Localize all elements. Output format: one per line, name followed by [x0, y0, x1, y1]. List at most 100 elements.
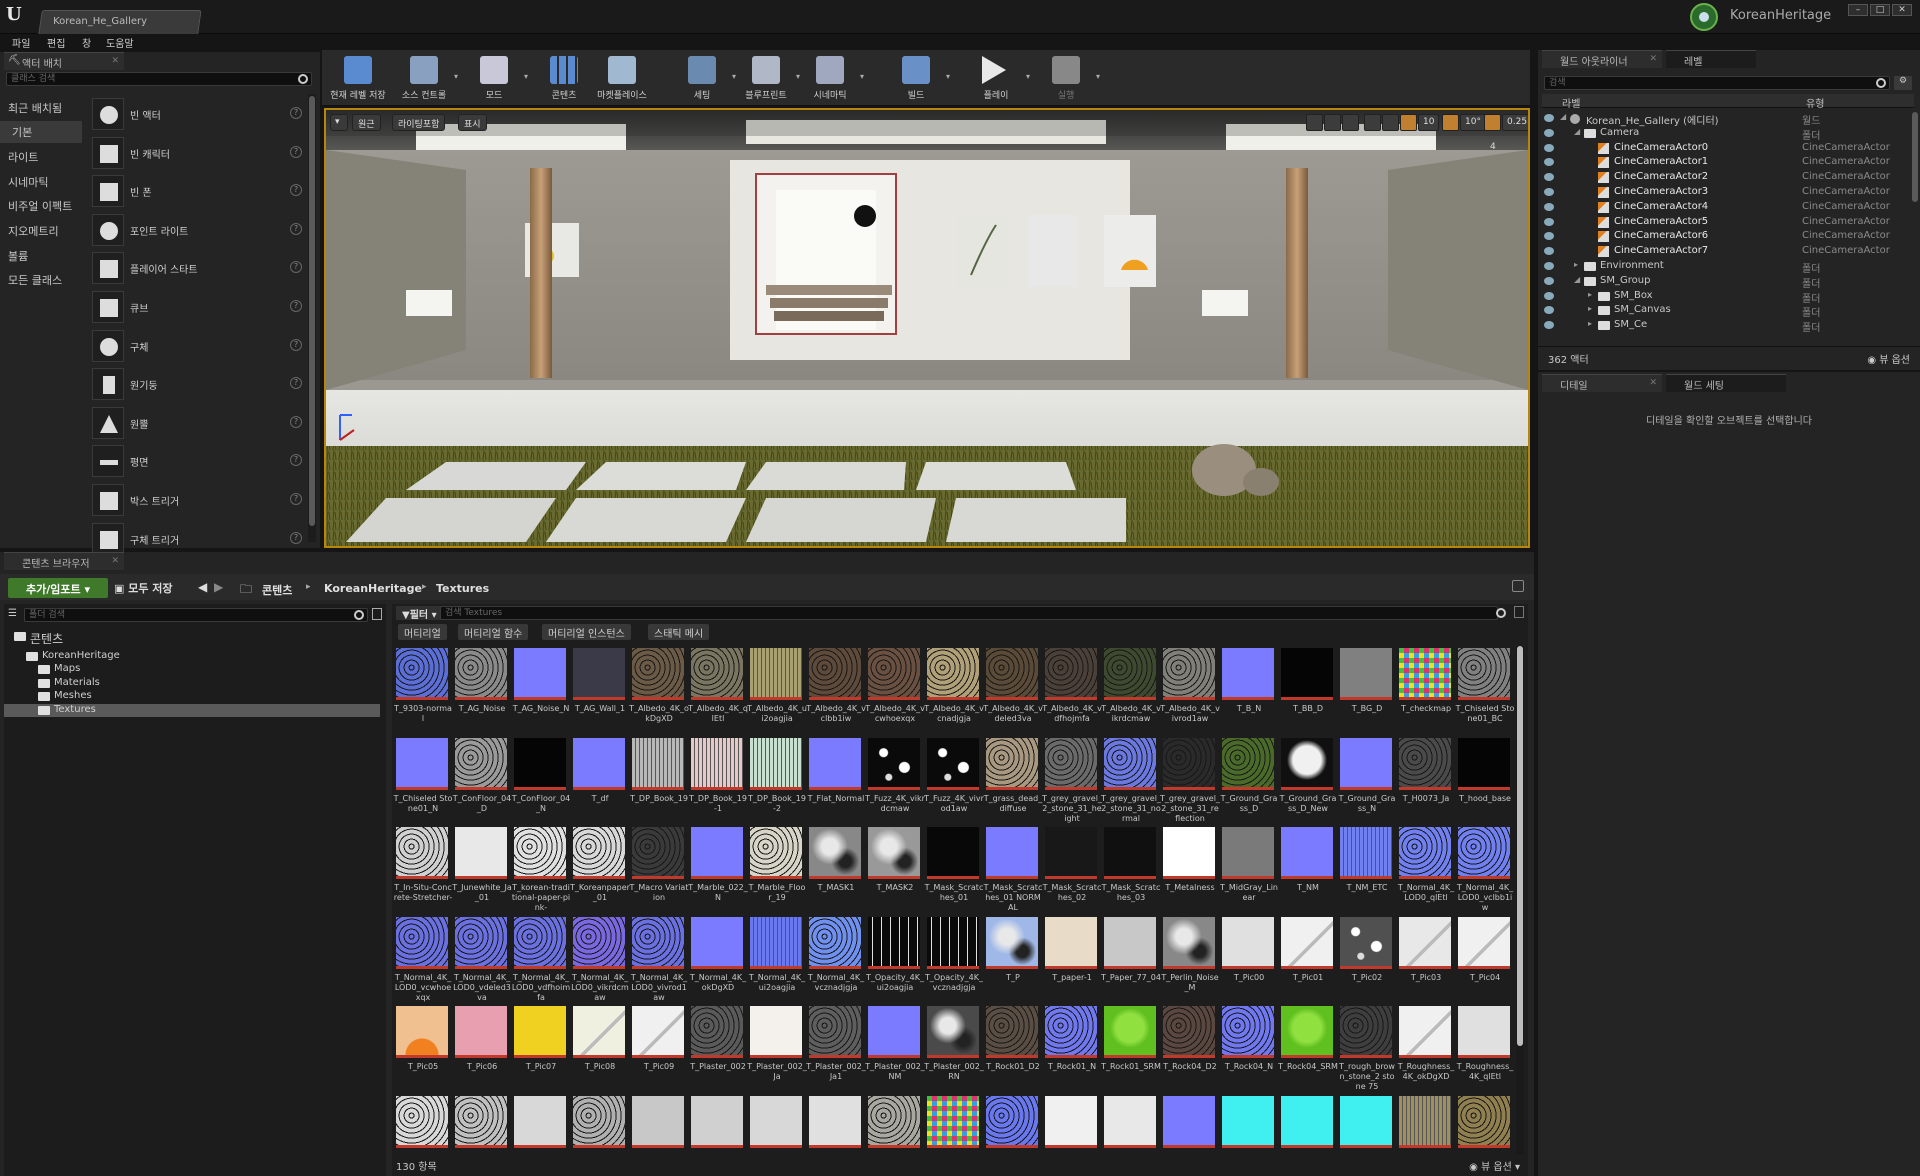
sources-toggle-icon[interactable]: ☰ — [8, 608, 17, 619]
asset-tile[interactable]: T_Plaster_002_Ja1 — [806, 1006, 866, 1094]
expand-arrow-icon[interactable]: ◢ — [1560, 112, 1566, 121]
level-viewport[interactable]: ▾ 원근 라이팅포함 표시 10 10° 0.25 4 — [324, 108, 1530, 548]
folder-tree-item[interactable]: 콘텐츠 — [4, 630, 380, 646]
asset-tile[interactable]: T_Albedo_4K_qlEtl — [688, 648, 748, 736]
toolbar-marketplace-button[interactable]: 마켓플레이스 — [590, 52, 654, 104]
asset-tile[interactable]: T_AG_Wall_1 — [573, 648, 628, 736]
asset-tile[interactable] — [1340, 1095, 1395, 1157]
filter-tab[interactable]: 머티리얼 — [398, 624, 447, 640]
asset-tile[interactable]: T_grey_gravel_2_stone_31_height — [1042, 737, 1102, 826]
actor-item[interactable]: 포인트 라이트? — [90, 212, 304, 248]
breadcrumb-content[interactable]: 콘텐츠 — [262, 582, 292, 598]
content-browser-tab[interactable]: 콘텐츠 브라우저 ✕ — [4, 552, 124, 570]
perspective-button[interactable]: 원근 — [352, 114, 381, 131]
close-tab-icon[interactable]: ✕ — [111, 56, 119, 66]
folder-tree-item[interactable]: KoreanHeritage — [4, 650, 380, 663]
collections-icon[interactable] — [372, 608, 382, 620]
asset-tile[interactable]: T_Albedo_4K_vclbb1iw — [806, 648, 866, 736]
asset-tile[interactable]: T_DP_Book_19 — [630, 737, 688, 826]
asset-tile[interactable] — [632, 1095, 687, 1157]
rotation-snap-value[interactable]: 10° — [1460, 114, 1486, 131]
asset-search-input[interactable]: 검색 Textures — [440, 606, 1498, 620]
help-icon[interactable]: ? — [290, 222, 302, 235]
outliner-row[interactable]: CineCameraActor5 CineCameraActor — [1542, 216, 1914, 230]
visibility-eye-icon[interactable] — [1544, 276, 1554, 285]
asset-tile[interactable]: T_Opacity_4K_vcznadjgja — [925, 916, 983, 1005]
actor-item[interactable]: 빈 캐릭터? — [90, 135, 304, 171]
category-geometry[interactable]: 지오메트리 — [8, 223, 59, 239]
asset-tile[interactable] — [691, 1095, 746, 1157]
help-icon[interactable]: ? — [290, 493, 302, 505]
scale-snap-icon[interactable] — [1484, 114, 1501, 131]
outliner-row[interactable]: CineCameraActor0 CineCameraActor — [1542, 142, 1914, 156]
asset-tile[interactable]: T_Marble_Floor_19 — [749, 827, 805, 915]
asset-tile[interactable]: T_Rock01_N — [1045, 1006, 1100, 1094]
dropdown-caret-icon[interactable]: ▾ — [946, 72, 950, 81]
back-arrow-icon[interactable]: ◀ — [198, 580, 207, 594]
asset-tile[interactable]: T_Pic06 — [455, 1006, 510, 1094]
asset-tile[interactable]: T_Pic05 — [396, 1006, 451, 1094]
outliner-row[interactable]: ▸ Environment 폴더 — [1542, 260, 1914, 275]
asset-tile[interactable]: T_Albedo_4K_okDgXD — [629, 648, 689, 736]
asset-tile[interactable]: T_Perlin_Noise_M — [1161, 916, 1219, 1005]
expand-arrow-icon[interactable]: ◢ — [1574, 275, 1580, 284]
camera-speed-value[interactable]: 4 — [1486, 140, 1500, 157]
dropdown-caret-icon[interactable]: ▾ — [1026, 72, 1030, 81]
actor-item[interactable]: 원기둥? — [90, 366, 304, 402]
world-outliner-tab[interactable]: 월드 아웃라이너 ✕ — [1542, 50, 1662, 68]
visibility-eye-icon[interactable] — [1544, 262, 1554, 270]
world-local-icon[interactable] — [1364, 114, 1381, 131]
asset-tile[interactable]: T_Pic08 — [573, 1006, 628, 1094]
asset-tile[interactable]: T_Roughness_4K_qlEtl — [1457, 1006, 1513, 1094]
menu-edit[interactable]: 편집 — [47, 35, 65, 50]
actor-item[interactable]: 빈 액터? — [90, 96, 304, 132]
dropdown-caret-icon[interactable]: ▾ — [524, 72, 528, 81]
category-recent[interactable]: 최근 배치됨 — [8, 100, 62, 116]
level-document-tab[interactable]: Korean_He_Gallery — [38, 10, 202, 34]
asset-tile[interactable]: T_Normal_4K_LOD0_qlEtl — [1398, 827, 1454, 915]
asset-tile[interactable]: T_Ground_Grass_N — [1339, 737, 1395, 826]
asset-tile[interactable]: T_Albedo_4K_vcwhoexqx — [865, 648, 925, 736]
visibility-eye-icon[interactable] — [1544, 143, 1554, 152]
asset-view-options-button[interactable]: ◉ 뷰 옵션 ▾ — [1469, 1158, 1520, 1173]
outliner-row[interactable]: CineCameraActor7 CineCameraActor — [1542, 245, 1914, 259]
actor-item[interactable]: 플레이어 스타트? — [90, 250, 304, 286]
asset-tile[interactable]: T_checkmap — [1399, 648, 1454, 736]
breadcrumb-textures[interactable]: Textures — [436, 582, 489, 595]
outliner-row[interactable]: CineCameraActor3 CineCameraActor — [1542, 186, 1914, 200]
outliner-row[interactable]: ◢ SM_Group 폴더 — [1542, 275, 1914, 290]
toolbar-cinematics-button[interactable]: 시네마틱 ▾ — [798, 52, 864, 104]
asset-tile[interactable]: T_Mask_Scratches_03 — [1102, 827, 1160, 915]
outliner-scrollbar[interactable] — [1912, 112, 1918, 202]
asset-tile[interactable]: T_Normal_4K_LOD0_vivrod1aw — [631, 916, 687, 1005]
actor-item[interactable]: 평면? — [90, 443, 304, 479]
details-tab[interactable]: 디테일 ✕ — [1542, 374, 1662, 392]
asset-tile[interactable]: T_df — [573, 737, 628, 826]
toolbar-launch-button[interactable]: 실행 ▾ — [1034, 52, 1100, 104]
type-column-header[interactable]: 유형 — [1806, 95, 1824, 110]
asset-tile[interactable]: T_korean-traditional-paper-pink- — [512, 827, 570, 915]
asset-tile[interactable]: T_Albedo_4K_vdfhojmfa — [1042, 648, 1102, 736]
outliner-row[interactable]: ▸ SM_Canvas 폴더 — [1542, 304, 1914, 319]
folder-tree-item[interactable]: Materials — [4, 677, 380, 690]
save-search-icon[interactable] — [1514, 606, 1524, 618]
add-import-button[interactable]: 추가/임포트 ▾ — [8, 578, 108, 598]
visibility-eye-icon[interactable] — [1544, 306, 1554, 315]
asset-tile[interactable] — [455, 1095, 510, 1157]
asset-tile[interactable]: T_hood_base — [1458, 737, 1513, 826]
asset-tile[interactable] — [868, 1095, 923, 1157]
asset-tile[interactable]: T_Plaster_002_Ja — [747, 1006, 807, 1094]
asset-tile[interactable] — [1222, 1095, 1277, 1157]
world-settings-tab[interactable]: 월드 세팅 — [1666, 374, 1786, 392]
scrollbar-thumb[interactable] — [309, 96, 315, 526]
asset-tile[interactable]: T_NM_ETC — [1340, 827, 1395, 915]
category-cinematic[interactable]: 시네마틱 — [8, 174, 48, 190]
toolbar-modes-button[interactable]: 모드 ▾ — [462, 52, 528, 104]
asset-tile[interactable]: T_Albedo_4K_vivrod1aw — [1160, 648, 1220, 736]
asset-tile[interactable]: T_ConFloor_04_D — [453, 737, 511, 826]
outliner-row[interactable]: ◢ Korean_He_Gallery (에디터) 월드 — [1542, 112, 1914, 127]
outliner-search-input[interactable]: 검색 — [1544, 76, 1890, 90]
asset-tile[interactable]: T_Chiseled Stone01_N — [394, 737, 452, 826]
outliner-row[interactable]: CineCameraActor4 CineCameraActor — [1542, 201, 1914, 215]
asset-tile[interactable]: T_Rock01_D2 — [986, 1006, 1041, 1094]
